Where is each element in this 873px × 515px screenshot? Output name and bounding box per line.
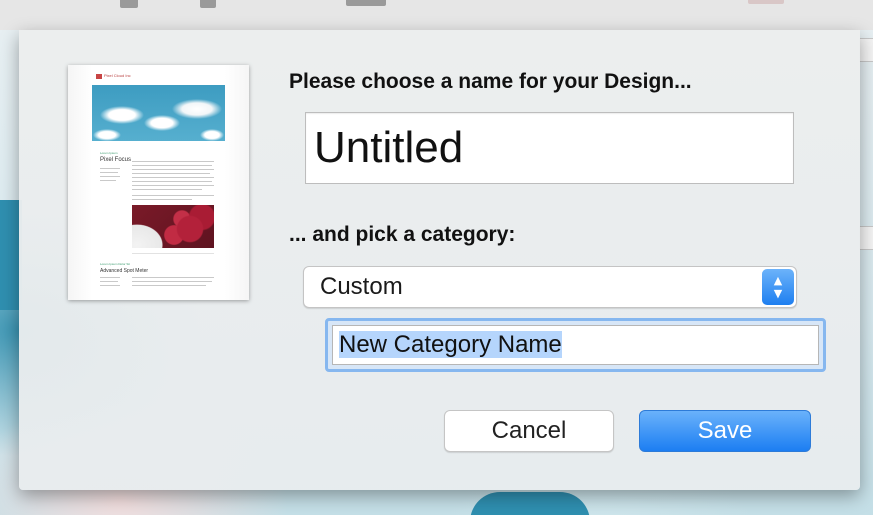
thumbnail-text-line — [132, 199, 192, 200]
new-category-selected-text: New Category Name — [339, 331, 562, 358]
thumbnail-text-line — [100, 176, 120, 177]
toolbar-glyph — [120, 0, 138, 8]
thumbnail-text-line — [132, 181, 212, 182]
chevron-up-icon: ▲ — [773, 274, 783, 287]
thumbnail-text-line — [132, 185, 214, 186]
thumbnail-text-line — [100, 168, 120, 169]
thumbnail-text-line — [100, 172, 118, 173]
save-design-sheet: Pixel Cloud Inc Lorem Ipsum Pixel Focus … — [19, 30, 860, 490]
category-select-value: Custom — [320, 273, 403, 300]
toolbar-glyph — [346, 0, 386, 6]
category-prompt-label: ... and pick a category: — [289, 223, 516, 246]
toolbar-glyph — [748, 0, 784, 4]
cancel-button[interactable]: Cancel — [444, 410, 614, 452]
thumbnail-text-line — [100, 180, 116, 181]
thumbnail-sky-image — [92, 85, 225, 141]
design-thumbnail: Pixel Cloud Inc Lorem Ipsum Pixel Focus … — [68, 65, 249, 300]
thumbnail-text-line — [132, 173, 210, 174]
thumbnail-section-title: Pixel Focus — [100, 157, 132, 163]
new-category-focus-ring: New Category Name — [325, 318, 826, 372]
up-down-chevron-icon[interactable]: ▲ ▼ — [762, 269, 794, 305]
new-category-input[interactable]: New Category Name — [332, 325, 819, 365]
thumbnail-text-line — [132, 189, 202, 190]
thumbnail-text-line — [132, 281, 212, 282]
save-button[interactable]: Save — [639, 410, 811, 452]
category-select[interactable]: Custom ▲ ▼ — [303, 266, 797, 308]
thumbnail-section-title: Advanced Spot Meter — [100, 268, 149, 274]
toolbar-glyph — [200, 0, 216, 8]
thumbnail-text-line — [132, 253, 214, 254]
thumbnail-text-line — [132, 161, 214, 162]
thumbnail-text-line — [132, 285, 206, 286]
background-image-strip — [470, 492, 590, 515]
name-prompt-label: Please choose a name for your Design... — [289, 70, 692, 93]
thumbnail-fade — [68, 65, 92, 300]
thumbnail-header: Pixel Cloud Inc — [68, 65, 249, 85]
thumbnail-logo-text: Pixel Cloud Inc — [104, 73, 131, 78]
background-side-tab — [859, 226, 873, 250]
thumbnail-text-line — [132, 165, 212, 166]
thumbnail-section-kicker: Lorem Ipsum Dolor Sit — [100, 262, 130, 266]
thumbnail-text-line — [132, 177, 214, 178]
thumbnail-fade — [225, 65, 249, 300]
thumbnail-raspberry-photo — [132, 205, 214, 248]
thumbnail-text-line — [100, 277, 120, 278]
background-toolbar — [0, 0, 873, 31]
thumbnail-text-line — [100, 285, 120, 286]
thumbnail-text-line — [132, 169, 214, 170]
background-side-tab — [859, 38, 873, 62]
thumbnail-text-line — [132, 195, 214, 196]
thumbnail-logo-icon — [96, 74, 102, 79]
thumbnail-section-kicker: Lorem Ipsum — [100, 151, 118, 155]
thumbnail-text-line — [100, 281, 118, 282]
thumbnail-text-line — [132, 277, 214, 278]
design-name-input[interactable]: Untitled — [305, 112, 794, 184]
chevron-down-icon: ▼ — [773, 287, 783, 300]
